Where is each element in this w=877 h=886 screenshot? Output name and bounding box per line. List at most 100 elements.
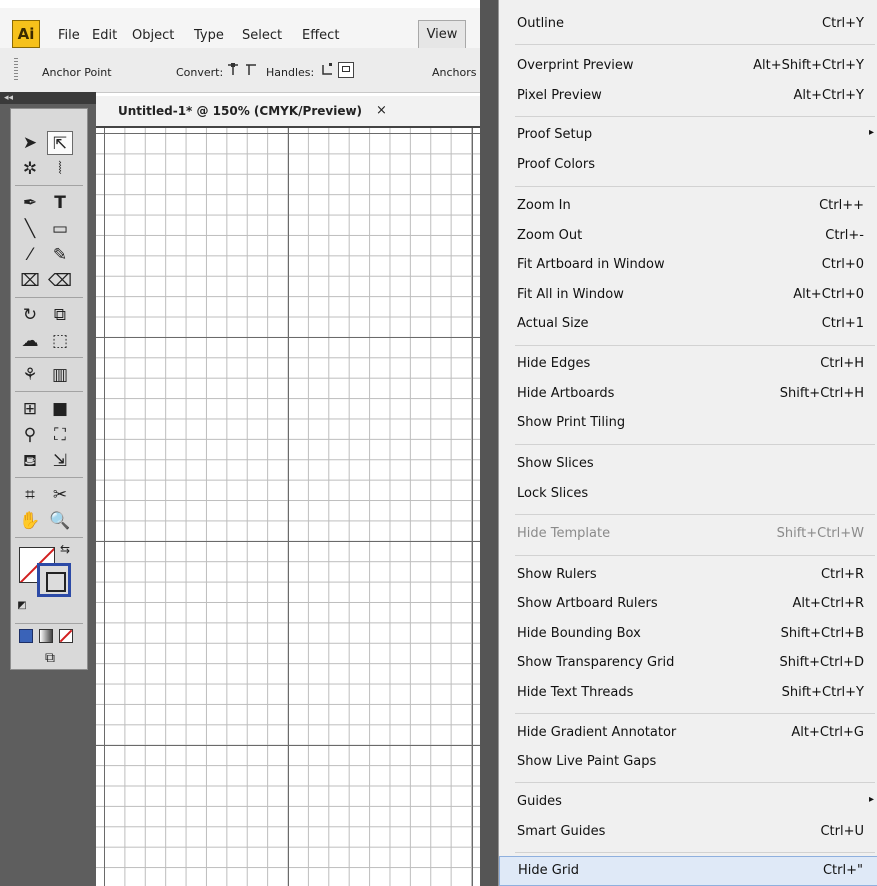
menu-file[interactable]: File [58, 28, 80, 43]
slice-icon[interactable]: ✂ [47, 483, 73, 507]
tool-separator [15, 357, 83, 358]
control-bar: Anchor Point Convert: Handles: Anchors [0, 48, 480, 93]
menu-item-smart-guides[interactable]: Smart Guides Ctrl+U [499, 818, 877, 848]
default-colors-icon[interactable]: ◩ [15, 599, 29, 613]
menu-item-guides[interactable]: Guides ▸ [499, 788, 877, 818]
menu-effect[interactable]: Effect [302, 28, 339, 43]
menu-item-shortcut: Ctrl+0 [821, 257, 864, 272]
selection-icon[interactable]: ➤ [17, 131, 43, 155]
menu-item-hide-grid[interactable]: Hide Grid Ctrl+" [499, 856, 877, 886]
free-transform-icon[interactable]: ⬚ [47, 329, 73, 353]
gradient-icon[interactable]: ■ [47, 397, 73, 421]
color-mode-icon[interactable] [19, 629, 33, 643]
tool-separator [15, 623, 83, 624]
menu-item-show-live-paint-gaps[interactable]: Show Live Paint Gaps [499, 748, 877, 778]
gradient-mode-icon[interactable] [39, 629, 53, 643]
canvas-scroll-area [480, 0, 500, 886]
menu-separator [515, 44, 875, 45]
menu-item-label: Hide Template [517, 526, 611, 541]
screen-mode-icon[interactable]: ⧉ [35, 649, 65, 667]
menu-item-shortcut: Ctrl++ [819, 198, 864, 213]
type-icon[interactable]: T [47, 191, 73, 215]
artboard-icon[interactable]: ⌗ [17, 483, 43, 507]
menu-separator [515, 116, 875, 117]
menu-item-shortcut: Shift+Ctrl+Y [781, 685, 864, 700]
magic-wand-icon[interactable]: ✲ [17, 157, 43, 181]
pen-icon[interactable]: ✒ [17, 191, 43, 215]
blend-icon[interactable]: ⛶ [47, 423, 73, 447]
hand-icon[interactable]: ✋ [17, 509, 43, 533]
menu-item-hide-gradient-annotator[interactable]: Hide Gradient Annotator Alt+Ctrl+G [499, 719, 877, 749]
swap-fill-stroke-icon[interactable]: ⇆ [57, 541, 73, 557]
menu-item-fit-all[interactable]: Fit All in Window Alt+Ctrl+0 [499, 281, 877, 311]
symbol-sprayer-icon[interactable]: ⚘ [17, 363, 43, 387]
menu-item-label: Show Transparency Grid [517, 655, 675, 670]
direct-selection-icon[interactable]: ⇱ [47, 131, 73, 155]
control-bar-grip[interactable] [14, 58, 18, 82]
app-logo: Ai [12, 20, 40, 48]
menu-item-shortcut: Shift+Ctrl+B [780, 626, 864, 641]
eyedropper-icon[interactable]: ⚲ [17, 423, 43, 447]
menu-item-show-print-tiling[interactable]: Show Print Tiling [499, 409, 877, 439]
lasso-icon[interactable]: ⦚ [47, 157, 73, 181]
menu-item-label: Hide Grid [518, 863, 580, 878]
menu-item-overprint-preview[interactable]: Overprint Preview Alt+Shift+Ctrl+Y [499, 52, 877, 82]
close-icon[interactable]: × [376, 103, 387, 118]
menu-separator [515, 713, 875, 714]
eraser-icon[interactable]: ⌫ [47, 269, 73, 293]
menu-view[interactable]: View [418, 20, 466, 50]
menu-item-hide-text-threads[interactable]: Hide Text Threads Shift+Ctrl+Y [499, 679, 877, 709]
menu-item-show-slices[interactable]: Show Slices [499, 450, 877, 480]
convert-smooth-icon[interactable] [244, 62, 258, 76]
menu-item-pixel-preview[interactable]: Pixel Preview Alt+Ctrl+Y [499, 82, 877, 112]
stroke-swatch[interactable] [37, 563, 71, 597]
hide-handles-icon[interactable] [338, 62, 354, 78]
menu-item-show-transparency-grid[interactable]: Show Transparency Grid Shift+Ctrl+D [499, 649, 877, 679]
menu-item-lock-slices[interactable]: Lock Slices [499, 480, 877, 510]
menu-separator [515, 555, 875, 556]
menu-item-hide-bounding-box[interactable]: Hide Bounding Box Shift+Ctrl+B [499, 620, 877, 650]
menu-item-label: Overprint Preview [517, 58, 634, 73]
menu-item-zoom-in[interactable]: Zoom In Ctrl++ [499, 192, 877, 222]
column-graph-icon[interactable]: ▥ [47, 363, 73, 387]
menu-item-hide-edges[interactable]: Hide Edges Ctrl+H [499, 350, 877, 380]
scale-icon[interactable]: ⧉ [47, 303, 73, 327]
live-paint-selection-icon[interactable]: ⇲ [47, 449, 73, 473]
menu-item-zoom-out[interactable]: Zoom Out Ctrl+- [499, 222, 877, 252]
warp-icon[interactable]: ☁ [17, 329, 43, 353]
menu-item-actual-size[interactable]: Actual Size Ctrl+1 [499, 310, 877, 340]
menu-type[interactable]: Type [194, 28, 224, 43]
menu-item-label: Outline [517, 16, 565, 31]
menu-object[interactable]: Object [132, 28, 174, 43]
document-tab[interactable]: Untitled-1* @ 150% (CMYK/Preview) × [96, 96, 480, 128]
pencil-icon[interactable]: ✎ [47, 243, 73, 267]
menu-item-outline[interactable]: Outline Ctrl+Y [499, 10, 877, 40]
tool-separator [15, 297, 83, 298]
none-mode-icon[interactable] [59, 629, 73, 643]
tool-separator [15, 185, 83, 186]
artboard-canvas[interactable] [96, 128, 480, 886]
menu-edit[interactable]: Edit [92, 28, 117, 43]
rotate-icon[interactable]: ↻ [17, 303, 43, 327]
menu-item-show-artboard-rulers[interactable]: Show Artboard Rulers Alt+Ctrl+R [499, 590, 877, 620]
tools-panel-collapse[interactable]: ◂◂ [0, 92, 96, 104]
rectangle-icon[interactable]: ▭ [47, 217, 73, 241]
paintbrush-icon[interactable]: ⁄ [17, 243, 43, 267]
live-paint-bucket-icon[interactable]: ⛾ [17, 449, 43, 473]
menu-separator [515, 345, 875, 346]
menu-item-proof-setup[interactable]: Proof Setup ▸ [499, 121, 877, 151]
mesh-icon[interactable]: ⊞ [17, 397, 43, 421]
menu-item-hide-artboards[interactable]: Hide Artboards Shift+Ctrl+H [499, 380, 877, 410]
blob-brush-icon[interactable]: ⌧ [17, 269, 43, 293]
menu-item-label: Fit Artboard in Window [517, 257, 665, 272]
menu-select[interactable]: Select [242, 28, 282, 43]
menu-item-shortcut: Ctrl+Y [822, 16, 864, 31]
line-segment-icon[interactable]: ╲ [17, 217, 43, 241]
menu-item-proof-colors[interactable]: Proof Colors [499, 151, 877, 181]
menu-item-show-rulers[interactable]: Show Rulers Ctrl+R [499, 561, 877, 591]
zoom-icon[interactable]: 🔍 [47, 509, 73, 533]
menu-item-shortcut: Alt+Ctrl+0 [793, 287, 864, 302]
menu-item-fit-artboard[interactable]: Fit Artboard in Window Ctrl+0 [499, 251, 877, 281]
convert-corner-icon[interactable] [226, 62, 240, 76]
show-handles-icon[interactable] [320, 62, 334, 76]
